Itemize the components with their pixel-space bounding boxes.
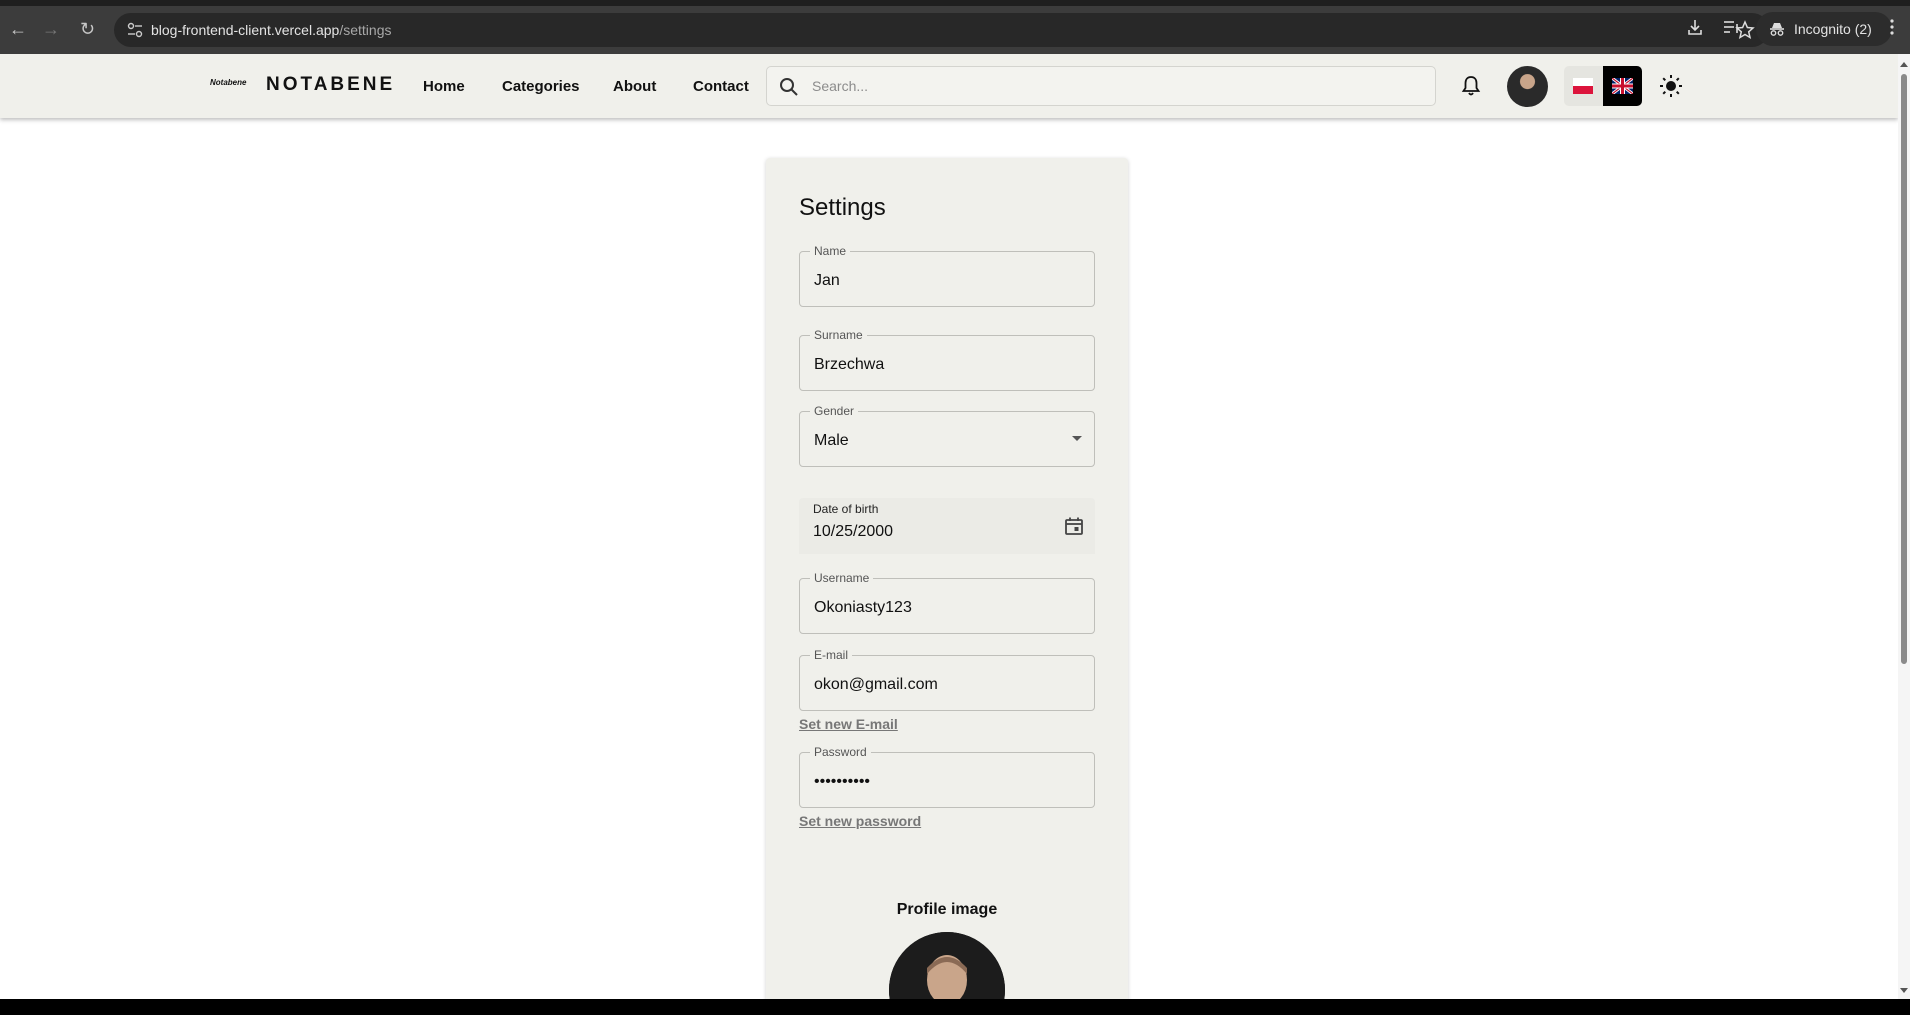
- page-viewport: Notabene NOTABENE Home Categories About …: [0, 54, 1898, 999]
- date-of-birth-field[interactable]: Date of birth 10/25/2000: [799, 498, 1095, 554]
- scroll-up-arrow-icon[interactable]: [1900, 62, 1908, 67]
- reload-icon[interactable]: ↻: [80, 18, 95, 40]
- email-label: E-mail: [810, 648, 853, 662]
- user-avatar[interactable]: [1507, 66, 1548, 107]
- logo-text: Notabene: [210, 78, 247, 87]
- incognito-indicator[interactable]: Incognito (2): [1756, 12, 1892, 46]
- calendar-icon[interactable]: [1064, 516, 1084, 536]
- incognito-label: Incognito (2): [1794, 21, 1872, 37]
- name-field[interactable]: Name Jan: [799, 244, 1095, 307]
- site-header: Notabene NOTABENE Home Categories About …: [0, 54, 1898, 118]
- uk-flag-icon: [1612, 78, 1633, 94]
- browser-toolbar: ← → ↻ blog-frontend-client.vercel.app/se…: [0, 0, 1910, 54]
- password-value[interactable]: ••••••••••: [814, 772, 870, 792]
- name-label: Name: [810, 244, 851, 258]
- page-scrollbar[interactable]: [1898, 54, 1910, 999]
- username-value[interactable]: Okoniasty123: [814, 598, 912, 618]
- password-field[interactable]: Password ••••••••••: [799, 745, 1095, 808]
- scrollbar-thumb[interactable]: [1901, 74, 1907, 664]
- bottom-edge: [0, 999, 1910, 1015]
- address-bar[interactable]: blog-frontend-client.vercel.app/settings: [114, 13, 1769, 47]
- gender-value[interactable]: Male: [814, 431, 849, 451]
- forward-icon[interactable]: →: [42, 18, 60, 40]
- back-icon[interactable]: ←: [9, 18, 27, 40]
- nav-categories[interactable]: Categories: [502, 78, 580, 95]
- username-field[interactable]: Username Okoniasty123: [799, 571, 1095, 634]
- search-input[interactable]: [812, 67, 1412, 105]
- set-new-email-link[interactable]: Set new E-mail: [799, 716, 898, 732]
- username-label: Username: [810, 571, 874, 585]
- set-new-password-link[interactable]: Set new password: [799, 813, 921, 829]
- logo[interactable]: Notabene: [210, 78, 246, 87]
- gender-label: Gender: [810, 404, 859, 418]
- tab-strip: [0, 0, 1910, 6]
- browser-menu-icon[interactable]: [1889, 18, 1895, 36]
- gender-select[interactable]: Gender Male: [799, 404, 1095, 467]
- language-en-button[interactable]: [1603, 66, 1642, 106]
- notifications-bell-icon[interactable]: [1461, 75, 1481, 97]
- theme-toggle-sun-icon[interactable]: [1659, 74, 1683, 98]
- surname-field[interactable]: Surname Brzechwa: [799, 328, 1095, 391]
- scroll-down-arrow-icon[interactable]: [1900, 988, 1908, 993]
- download-icon[interactable]: [1686, 18, 1704, 36]
- language-switcher: [1564, 66, 1642, 106]
- site-info-icon[interactable]: [126, 21, 144, 39]
- name-value[interactable]: Jan: [814, 271, 840, 291]
- media-queue-icon[interactable]: [1722, 18, 1740, 36]
- incognito-icon: [1770, 23, 1784, 36]
- brand-name[interactable]: NOTABENE: [266, 74, 395, 96]
- email-value[interactable]: okon@gmail.com: [814, 675, 938, 695]
- search-icon: [780, 78, 798, 96]
- profile-photo: [889, 932, 1005, 999]
- search-box[interactable]: [766, 66, 1436, 106]
- nav-contact[interactable]: Contact: [693, 78, 749, 95]
- password-label: Password: [810, 745, 871, 759]
- nav-home[interactable]: Home: [423, 78, 465, 95]
- email-field[interactable]: E-mail okon@gmail.com: [799, 648, 1095, 711]
- poland-flag-icon: [1573, 78, 1593, 94]
- date-of-birth-value[interactable]: 10/25/2000: [813, 522, 893, 542]
- language-pl-button[interactable]: [1564, 66, 1603, 106]
- settings-card: Settings Name Jan Surname Brzechwa Gende…: [766, 158, 1128, 999]
- page-title: Settings: [799, 194, 886, 221]
- date-of-birth-label: Date of birth: [813, 502, 879, 516]
- url-text[interactable]: blog-frontend-client.vercel.app/settings: [151, 22, 391, 38]
- profile-image[interactable]: [889, 932, 1005, 999]
- dropdown-caret-icon[interactable]: [1072, 436, 1082, 441]
- nav-about[interactable]: About: [613, 78, 656, 95]
- surname-value[interactable]: Brzechwa: [814, 355, 884, 375]
- profile-image-title: Profile image: [896, 901, 998, 918]
- surname-label: Surname: [810, 328, 867, 342]
